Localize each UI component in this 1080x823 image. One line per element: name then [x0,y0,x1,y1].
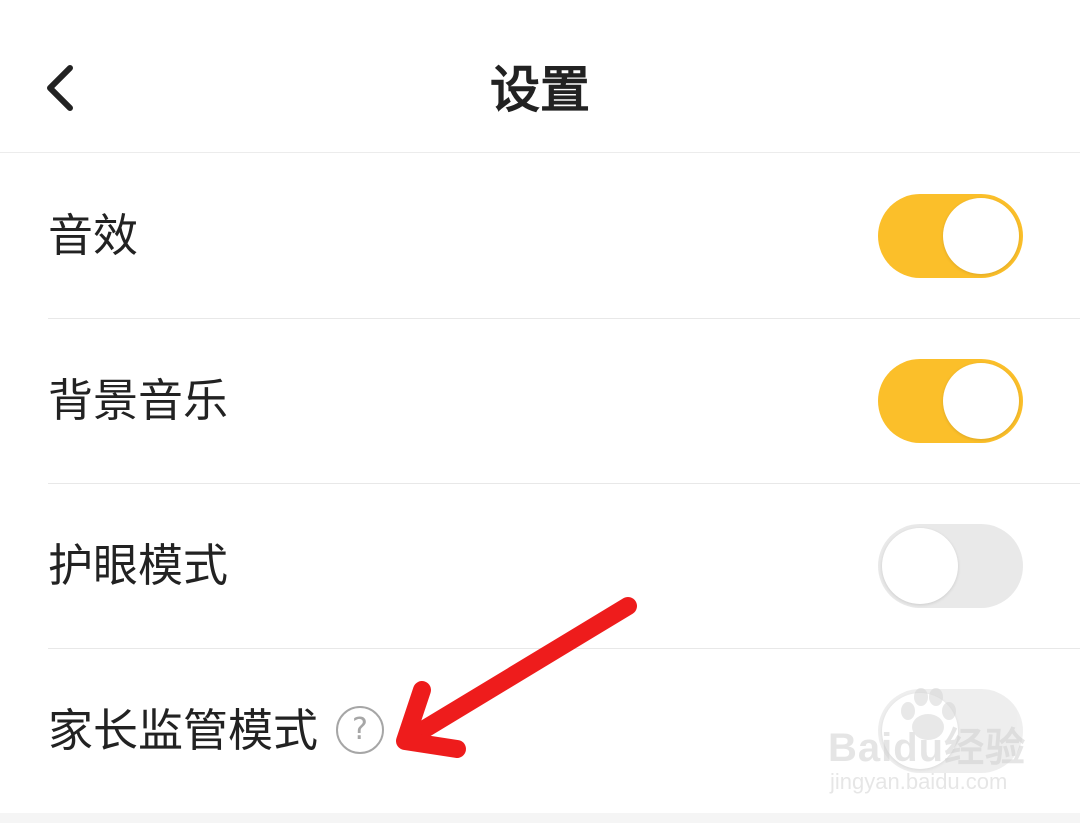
parental-control-toggle[interactable] [878,688,1023,773]
eye-protection-toggle[interactable] [878,523,1023,608]
setting-row-eye-protection: 护眼模式 [48,483,1080,649]
setting-label: 家长监管模式 [48,703,319,757]
setting-label: 音效 [48,208,139,262]
setting-row-parental-control: 家长监管模式? [48,648,1080,813]
setting-label: 背景音乐 [48,373,229,427]
toggle-knob [943,362,1019,439]
setting-row-background-music: 背景音乐 [48,318,1080,484]
toggle-knob [882,692,958,769]
help-icon[interactable]: ? [336,705,385,754]
bottom-strip [0,813,1080,823]
page-title: 设置 [490,61,590,119]
setting-row-sound-effects: 音效 [48,153,1080,319]
toggle-knob [943,197,1019,274]
background-music-toggle[interactable] [878,358,1023,443]
toggle-knob [882,527,958,604]
setting-label: 护眼模式 [48,538,229,592]
sound-effects-toggle[interactable] [878,193,1023,278]
top-bar: 设置 [0,0,1080,153]
setting-label-with-help: 家长监管模式? [48,701,385,761]
